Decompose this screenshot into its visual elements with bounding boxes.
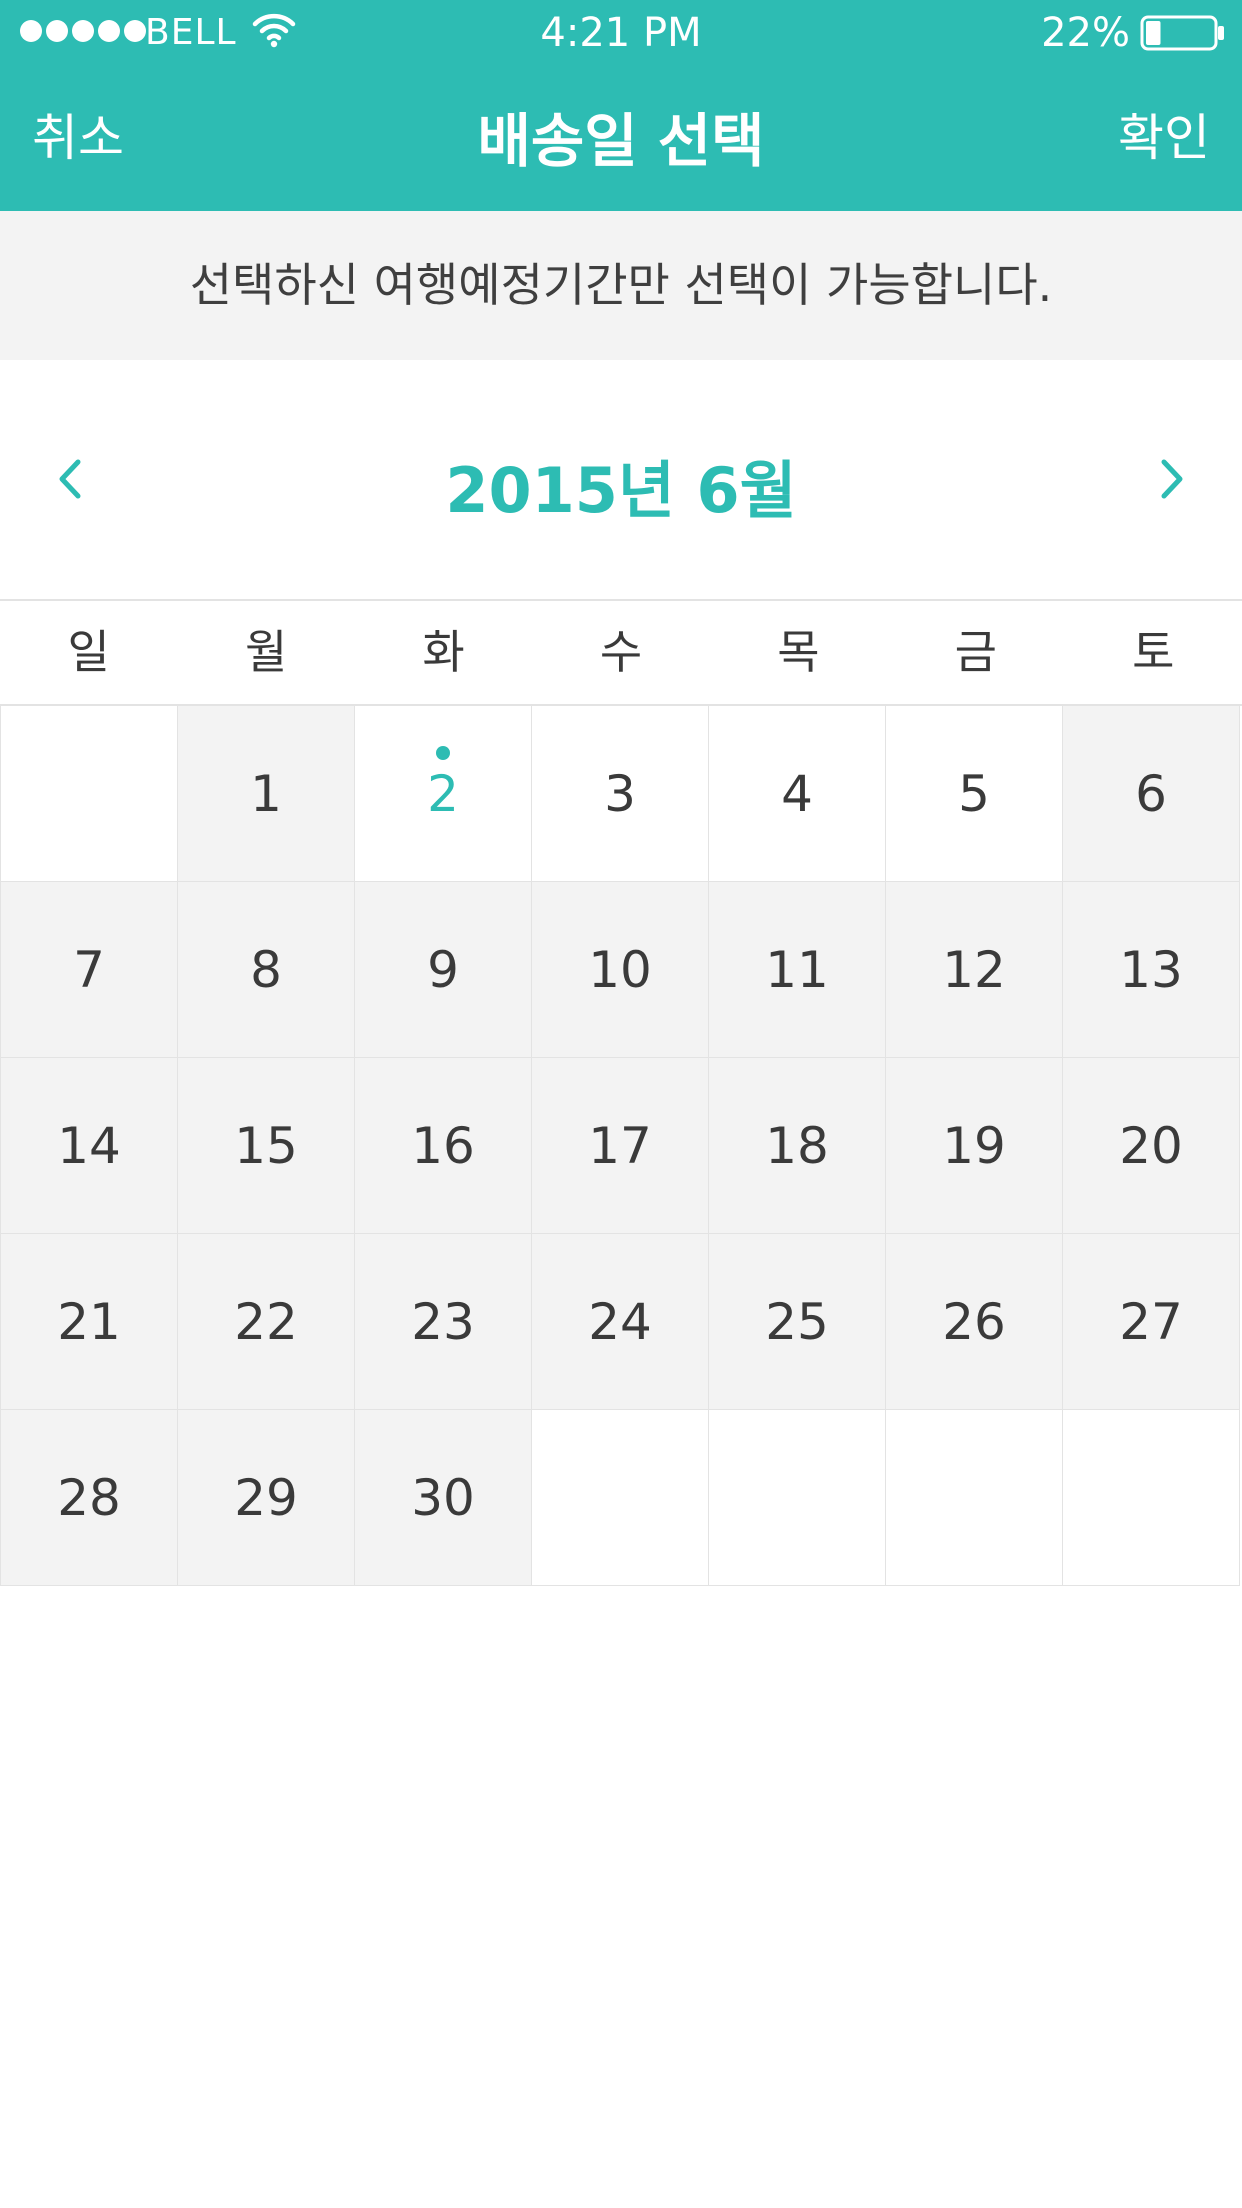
calendar-day-1: 1	[178, 706, 355, 882]
calendar-day-17: 17	[532, 1058, 709, 1234]
calendar-day-3[interactable]: 3	[532, 706, 709, 882]
calendar-day-23: 23	[355, 1234, 532, 1410]
calendar-day-18: 18	[709, 1058, 886, 1234]
day-number: 24	[588, 1293, 652, 1351]
day-number: 7	[73, 941, 105, 999]
calendar-day-13: 13	[1063, 882, 1240, 1058]
day-number: 23	[411, 1293, 475, 1351]
calendar-empty-cell	[886, 1410, 1063, 1586]
day-number: 11	[765, 941, 829, 999]
calendar-day-15: 15	[178, 1058, 355, 1234]
calendar-grid: 1 2 3 4 5 6 7 8 9 10 11 12 13 14 15 16 17 18 19 20 21 22 23 24 2…	[0, 706, 1242, 1586]
weekday-thursday: 목	[777, 625, 820, 679]
day-number: 28	[57, 1469, 121, 1527]
chevron-right-icon[interactable]	[1144, 454, 1194, 504]
battery-icon	[1140, 15, 1226, 55]
calendar-day-11: 11	[709, 882, 886, 1058]
day-number: 5	[958, 765, 990, 823]
calendar-day-25: 25	[709, 1234, 886, 1410]
day-number: 20	[1119, 1117, 1183, 1175]
calendar-day-27: 27	[1063, 1234, 1240, 1410]
calendar-day-16: 16	[355, 1058, 532, 1234]
notice-banner: 선택하신 여행예정기간만 선택이 가능합니다.	[0, 211, 1242, 360]
day-number: 9	[427, 941, 459, 999]
day-number: 3	[604, 765, 636, 823]
calendar-empty-cell	[709, 1410, 886, 1586]
day-number: 15	[234, 1117, 298, 1175]
day-number: 4	[781, 765, 813, 823]
day-number: 29	[234, 1469, 298, 1527]
calendar-day-26: 26	[886, 1234, 1063, 1410]
day-number: 18	[765, 1117, 829, 1175]
calendar-day-2[interactable]: 2	[355, 706, 532, 882]
weekday-monday: 월	[244, 625, 288, 679]
weekday-saturday: 토	[1132, 625, 1175, 679]
month-title: 2015년 6월	[445, 454, 797, 527]
calendar-empty-cell	[1063, 1410, 1240, 1586]
day-number: 22	[234, 1293, 298, 1351]
page-title: 배송일 선택	[477, 107, 765, 175]
day-number: 19	[942, 1117, 1006, 1175]
calendar-day-28: 28	[1, 1410, 178, 1586]
day-number: 21	[57, 1293, 121, 1351]
month-navigation: 2015년 6월	[0, 360, 1242, 601]
calendar-day-8: 8	[178, 882, 355, 1058]
weekday-sunday: 일	[67, 625, 110, 679]
calendar-day-20: 20	[1063, 1058, 1240, 1234]
calendar-day-7: 7	[1, 882, 178, 1058]
calendar-day-10: 10	[532, 882, 709, 1058]
calendar-day-14: 14	[1, 1058, 178, 1234]
weekday-wednesday: 수	[599, 625, 643, 679]
day-number: 25	[765, 1293, 829, 1351]
calendar-day-4[interactable]: 4	[709, 706, 886, 882]
calendar-empty-cell	[532, 1410, 709, 1586]
day-number: 13	[1119, 941, 1183, 999]
day-number: 17	[588, 1117, 652, 1175]
calendar-day-9: 9	[355, 882, 532, 1058]
day-number: 8	[250, 941, 282, 999]
weekday-header: 일 월 화 수 목 금 토	[0, 601, 1242, 706]
day-number: 26	[942, 1293, 1006, 1351]
weekday-tuesday: 화	[422, 625, 465, 679]
confirm-button[interactable]: 확인	[1118, 98, 1210, 170]
calendar-day-5[interactable]: 5	[886, 706, 1063, 882]
day-number: 12	[942, 941, 1006, 999]
status-bar: BELL 4:21 PM 22%	[0, 0, 1242, 66]
day-number: 16	[411, 1117, 475, 1175]
calendar-day-12: 12	[886, 882, 1063, 1058]
day-number: 27	[1119, 1293, 1183, 1351]
day-number: 1	[250, 765, 282, 823]
weekday-friday: 금	[954, 625, 997, 679]
calendar-day-19: 19	[886, 1058, 1063, 1234]
battery-percentage: 22%	[1041, 10, 1130, 56]
day-number: 2	[427, 765, 459, 823]
day-number: 10	[588, 941, 652, 999]
calendar-day-6: 6	[1063, 706, 1240, 882]
nav-bar: 취소 배송일 선택 확인	[0, 66, 1242, 211]
day-number: 30	[411, 1469, 475, 1527]
day-number: 6	[1135, 765, 1167, 823]
calendar-day-30: 30	[355, 1410, 532, 1586]
calendar-day-22: 22	[178, 1234, 355, 1410]
calendar-empty-cell	[1, 706, 178, 882]
calendar-day-29: 29	[178, 1410, 355, 1586]
calendar-day-24: 24	[532, 1234, 709, 1410]
calendar-day-21: 21	[1, 1234, 178, 1410]
header: BELL 4:21 PM 22% 취소 배송일 선택 확인	[0, 0, 1242, 211]
day-number: 14	[57, 1117, 121, 1175]
